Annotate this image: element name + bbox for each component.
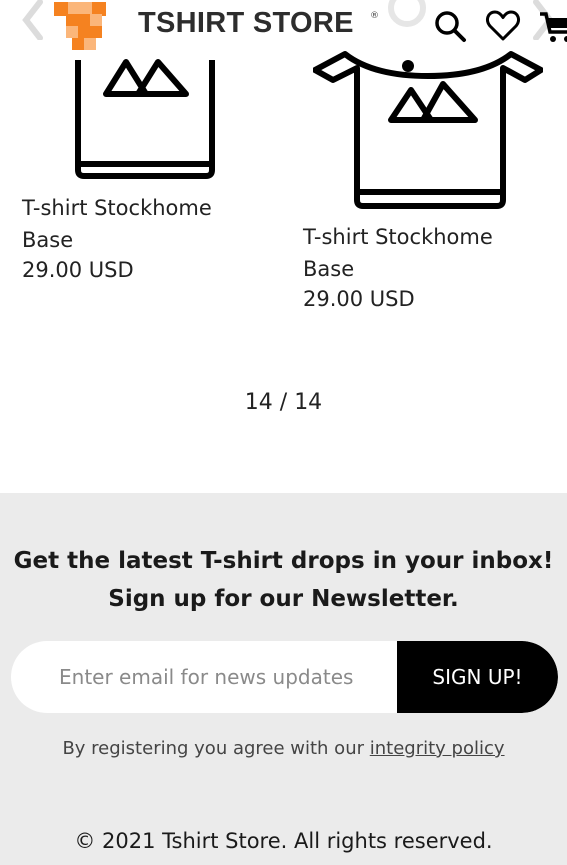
tshirt-image-placeholder-icon[interactable] — [70, 40, 220, 180]
copyright-text: © 2021 Tshirt Store. All rights reserved… — [74, 829, 493, 853]
email-field[interactable] — [11, 641, 397, 713]
product-title[interactable]: T-shirt Stockhome Base — [22, 192, 242, 256]
newsletter-heading: Get the latest T-shirt drops in your inb… — [13, 548, 554, 612]
tshirt-image-placeholder-icon[interactable] — [313, 40, 543, 210]
product-title[interactable]: T-shirt Stockhome Base — [303, 221, 523, 285]
product-price: 29.00 USD — [303, 287, 415, 311]
product-card[interactable]: T-shirt Stockhome Base 29.00 USD — [22, 0, 272, 300]
product-card[interactable]: T-shirt Stockhome Base 29.00 USD — [303, 0, 553, 330]
pagination-indicator: 14 / 14 — [244, 390, 323, 415]
newsletter-section: Get the latest T-shirt drops in your inb… — [0, 493, 567, 865]
registration-note: By registering you agree with our integr… — [0, 738, 567, 759]
sign-up-button[interactable]: SIGN UP! — [397, 641, 558, 713]
registration-note-text: By registering you agree with our — [62, 738, 365, 759]
newsletter-form: SIGN UP! — [11, 641, 558, 713]
product-price: 29.00 USD — [22, 258, 134, 282]
integrity-policy-link[interactable]: integrity policy — [370, 738, 505, 759]
